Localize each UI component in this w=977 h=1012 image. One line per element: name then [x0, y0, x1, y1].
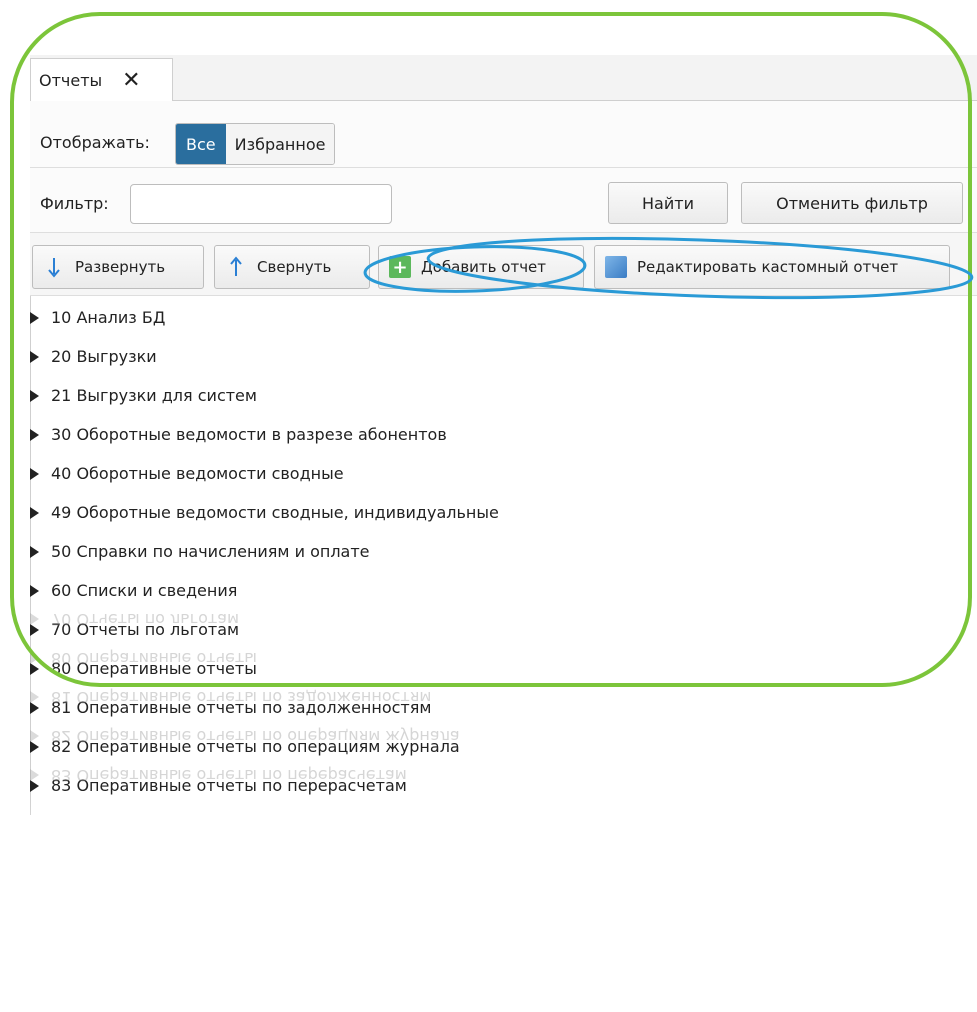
edit-custom-report-button[interactable]: Редактировать кастомный отчет — [594, 245, 950, 289]
tree-node[interactable]: 10 Анализ БД — [30, 298, 165, 337]
display-toggle: Все Избранное — [175, 123, 336, 165]
expand-arrow-icon[interactable] — [30, 701, 39, 714]
reports-window: Отчеты ✕ Отображать: Все Избранное Фильт… — [30, 55, 977, 815]
expand-arrow-icon[interactable] — [30, 779, 39, 792]
expand-arrow-icon[interactable] — [30, 467, 39, 480]
tab-bar: Отчеты ✕ — [30, 55, 977, 101]
collapse-label: Свернуть — [257, 258, 332, 276]
tree-node[interactable]: 50 Справки по начислениям и оплате — [30, 532, 370, 571]
filter-input[interactable] — [130, 184, 392, 224]
add-report-label: Добавить отчет — [421, 258, 547, 276]
display-label: Отображать: — [40, 133, 150, 152]
close-icon[interactable]: ✕ — [122, 68, 140, 93]
collapse-button[interactable]: Свернуть — [214, 245, 370, 289]
edit-custom-report-label: Редактировать кастомный отчет — [637, 258, 899, 276]
display-favorites-button[interactable]: Избранное — [225, 124, 335, 164]
expand-arrow-icon[interactable] — [30, 740, 39, 753]
add-report-button[interactable]: + Добавить отчет — [378, 245, 584, 289]
tree-node[interactable]: 82 Оперативные отчеты по операциям журна… — [30, 727, 460, 766]
display-all-button[interactable]: Все — [176, 124, 226, 164]
expand-arrow-icon[interactable] — [30, 350, 39, 363]
reflection-fade — [0, 795, 977, 1012]
expand-arrow-icon[interactable] — [30, 389, 39, 402]
display-row: Отображать: Все Избранное — [30, 101, 977, 168]
expand-arrow-icon[interactable] — [30, 428, 39, 441]
tree-node[interactable]: 60 Списки и сведения — [30, 571, 237, 610]
expand-arrow-icon[interactable] — [30, 545, 39, 558]
tree-node[interactable]: 49 Оборотные ведомости сводные, индивиду… — [30, 493, 499, 532]
expand-button[interactable]: Развернуть — [32, 245, 204, 289]
tab-title: Отчеты — [39, 70, 103, 90]
expand-arrow-icon[interactable] — [30, 311, 39, 324]
cancel-filter-button[interactable]: Отменить фильтр — [741, 182, 963, 224]
expand-label: Развернуть — [75, 258, 166, 276]
tree-node[interactable]: 81 Оперативные отчеты по задолженностям — [30, 688, 431, 727]
find-button[interactable]: Найти — [608, 182, 728, 224]
filter-label: Фильтр: — [40, 194, 109, 213]
tree-node[interactable]: 21 Выгрузки для систем — [30, 376, 257, 415]
tree-node[interactable]: 40 Оборотные ведомости сводные — [30, 454, 344, 493]
expand-arrow-icon[interactable] — [30, 506, 39, 519]
plus-icon: + — [389, 256, 411, 278]
tree-node[interactable]: 70 Отчеты по льготам — [30, 610, 239, 649]
filter-row: Фильтр: Найти Отменить фильтр — [30, 168, 977, 233]
tab-reports[interactable]: Отчеты ✕ — [30, 58, 173, 101]
tree-node[interactable]: 80 Оперативные отчеты — [30, 649, 257, 688]
expand-arrow-icon[interactable] — [30, 623, 39, 636]
tree-node[interactable]: 20 Выгрузки — [30, 337, 157, 376]
toolbar: Развернуть Свернуть + Добавить отчет Ред… — [30, 233, 977, 296]
report-tree: 10 Анализ БД 20 Выгрузки 21 Выгрузки для… — [30, 296, 977, 815]
expand-arrow-icon[interactable] — [30, 662, 39, 675]
expand-arrow-icon[interactable] — [30, 584, 39, 597]
arrow-up-icon — [225, 256, 247, 278]
tree-node[interactable]: 83 Оперативные отчеты по перерасчетам — [30, 766, 407, 805]
tree-node[interactable]: 30 Оборотные ведомости в разрезе абонент… — [30, 415, 447, 454]
edit-icon — [605, 256, 627, 278]
arrow-down-icon — [43, 256, 65, 278]
